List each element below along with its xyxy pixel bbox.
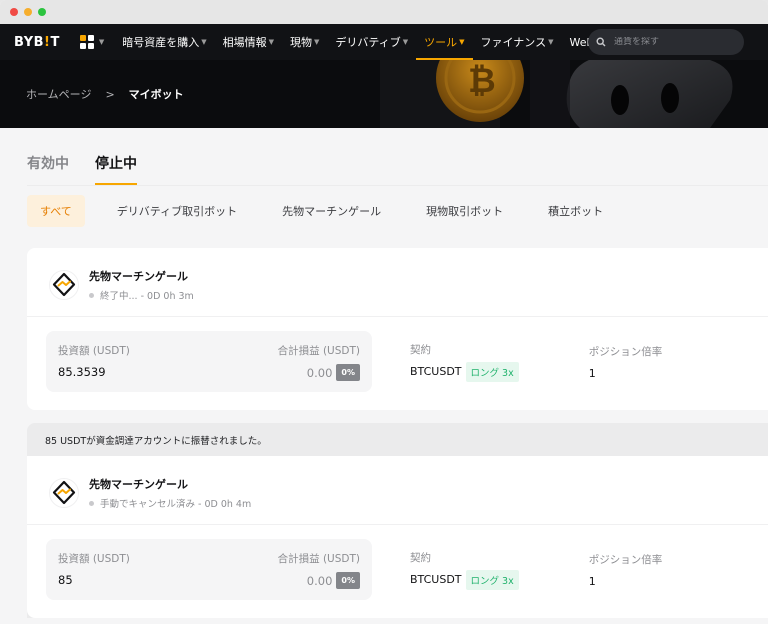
nav-tools[interactable]: ツール ▼ bbox=[416, 24, 474, 60]
pnl-section: 合計損益 (USDT) 0.00 0% bbox=[278, 343, 360, 381]
pnl-percent-badge: 0% bbox=[336, 572, 360, 589]
contract-section: 契約 BTCUSDT ロング 3x bbox=[410, 342, 519, 382]
bot-card-body: 投資額 (USDT) 85.3539 合計損益 (USDT) 0.00 0% 契… bbox=[27, 317, 768, 410]
breadcrumb-home-link[interactable]: ホームページ bbox=[26, 86, 91, 102]
main-content: 有効中 停止中 すべて デリバティブ取引ボット 先物マーチンゲール 現物取引ボッ… bbox=[0, 128, 768, 618]
total-pnl-value: 0.00 bbox=[306, 573, 333, 588]
bot-status: 手動でキャンセル済み - 0D 0h 4m bbox=[89, 496, 251, 510]
nav-derivatives[interactable]: デリバティブ ▼ bbox=[335, 24, 408, 60]
bybit-logo[interactable]: BYB!T bbox=[14, 35, 60, 50]
nav-markets[interactable]: 相場情報 ▼ bbox=[223, 24, 274, 60]
filter-futures-martingale[interactable]: 先物マーチンゲール bbox=[269, 195, 394, 227]
investment-pnl-box: 投資額 (USDT) 85.3539 合計損益 (USDT) 0.00 0% bbox=[46, 331, 372, 392]
leverage-value: 1 bbox=[588, 366, 596, 380]
maximize-window-button[interactable] bbox=[38, 8, 46, 16]
bot-card-header: 先物マーチンゲール 終了中... - 0D 0h 3m bbox=[27, 248, 768, 317]
window-chrome bbox=[0, 0, 768, 24]
chevron-down-icon: ▼ bbox=[98, 38, 105, 46]
search-icon bbox=[596, 37, 606, 47]
apps-menu-button[interactable]: ▼ bbox=[79, 35, 105, 49]
pnl-section: 合計損益 (USDT) 0.00 0% bbox=[278, 551, 360, 589]
nav-spot[interactable]: 現物 ▼ bbox=[290, 24, 319, 60]
apps-grid-icon bbox=[79, 35, 94, 49]
contract-label: 契約 bbox=[410, 343, 431, 356]
pnl-percent-badge: 0% bbox=[336, 364, 360, 381]
nav-finance[interactable]: ファイナンス ▼ bbox=[481, 24, 554, 60]
breadcrumb-current: マイボット bbox=[128, 88, 184, 101]
direction-badge: ロング 3x bbox=[465, 569, 519, 590]
status-dot-icon bbox=[89, 292, 94, 298]
filter-all[interactable]: すべて bbox=[27, 195, 85, 227]
bot-name: 先物マーチンゲール bbox=[89, 270, 188, 283]
total-pnl-label: 合計損益 (USDT) bbox=[277, 345, 360, 357]
nav-buy-crypto[interactable]: 暗号資産を購入 ▼ bbox=[122, 24, 206, 60]
chevron-down-icon: ▼ bbox=[459, 38, 465, 46]
breadcrumb: ホームページ > マイボット bbox=[26, 86, 184, 102]
bot-card[interactable]: 先物マーチンゲール 手動でキャンセル済み - 0D 0h 4m 投資額 (USD… bbox=[27, 456, 768, 618]
chevron-down-icon: ▼ bbox=[201, 38, 207, 46]
filter-spot-bot[interactable]: 現物取引ボット bbox=[413, 195, 516, 227]
minimize-window-button[interactable] bbox=[24, 8, 32, 16]
filter-dca-bot[interactable]: 積立ボット bbox=[535, 195, 616, 227]
total-pnl-label: 合計損益 (USDT) bbox=[277, 553, 360, 565]
chevron-down-icon: ▼ bbox=[402, 38, 409, 46]
top-navigation: BYB!T ▼ 暗号資産を購入 ▼ 相場情報 ▼ 現物 ▼ デリバティブ ▼ ツール ▼ … bbox=[0, 24, 768, 60]
bot-card-body: 投資額 (USDT) 85 合計損益 (USDT) 0.00 0% 契約 BTC… bbox=[27, 525, 768, 618]
transfer-notice: 85 USDTが資金調達アカウントに振替されました。 先物マーチンゲール 手動で… bbox=[27, 423, 768, 618]
status-tabs: 有効中 停止中 bbox=[27, 128, 768, 186]
transfer-notice-text: 85 USDTが資金調達アカウントに振替されました。 bbox=[45, 436, 267, 447]
chevron-down-icon: ▼ bbox=[548, 38, 554, 46]
bot-status-text: 終了中... - 0D 0h 3m bbox=[100, 291, 194, 302]
contract-value: BTCUSDT bbox=[410, 365, 462, 378]
bot-card[interactable]: 先物マーチンゲール 終了中... - 0D 0h 3m 投資額 (USDT) 8… bbox=[27, 248, 768, 410]
leverage-section: ポジション倍率 1 bbox=[589, 344, 663, 380]
leverage-value: 1 bbox=[588, 574, 596, 588]
bot-status: 終了中... - 0D 0h 3m bbox=[89, 288, 194, 302]
investment-pnl-box: 投資額 (USDT) 85 合計損益 (USDT) 0.00 0% bbox=[46, 539, 372, 600]
bot-status-text: 手動でキャンセル済み - 0D 0h 4m bbox=[100, 499, 252, 510]
contract-value: BTCUSDT bbox=[410, 573, 462, 586]
svg-text:₿: ₿ bbox=[468, 61, 496, 101]
total-pnl-value: 0.00 bbox=[306, 365, 333, 380]
hero-decoration-image: ₿ bbox=[380, 60, 768, 128]
direction-badge: ロング 3x bbox=[465, 361, 519, 382]
close-window-button[interactable] bbox=[10, 8, 18, 16]
contract-label: 契約 bbox=[410, 551, 431, 564]
martingale-bot-icon bbox=[49, 270, 79, 300]
chevron-down-icon: ▼ bbox=[314, 38, 320, 46]
status-dot-icon bbox=[89, 500, 94, 506]
search-box[interactable] bbox=[588, 29, 744, 55]
leverage-label: ポジション倍率 bbox=[588, 345, 663, 358]
bot-type-filters: すべて デリバティブ取引ボット 先物マーチンゲール 現物取引ボット 積立ボット bbox=[27, 186, 768, 236]
search-input[interactable] bbox=[614, 37, 724, 47]
tab-active-bots[interactable]: 有効中 bbox=[27, 153, 69, 185]
leverage-label: ポジション倍率 bbox=[588, 553, 663, 566]
tab-stopped-bots[interactable]: 停止中 bbox=[95, 153, 137, 185]
filter-derivatives-bot[interactable]: デリバティブ取引ボット bbox=[104, 195, 250, 227]
browser-window: BYB!T ▼ 暗号資産を購入 ▼ 相場情報 ▼ 現物 ▼ デリバティブ ▼ ツール ▼ … bbox=[0, 0, 768, 624]
contract-section: 契約 BTCUSDT ロング 3x bbox=[410, 550, 519, 590]
martingale-bot-icon bbox=[49, 478, 79, 508]
page-hero-banner: ₿ ホームページ > マイボット bbox=[0, 60, 768, 128]
chevron-down-icon: ▼ bbox=[268, 38, 275, 46]
leverage-section: ポジション倍率 1 bbox=[589, 552, 663, 588]
bot-name: 先物マーチンゲール bbox=[89, 478, 188, 491]
breadcrumb-separator: > bbox=[105, 87, 115, 101]
bot-card-header: 先物マーチンゲール 手動でキャンセル済み - 0D 0h 4m bbox=[27, 456, 768, 525]
